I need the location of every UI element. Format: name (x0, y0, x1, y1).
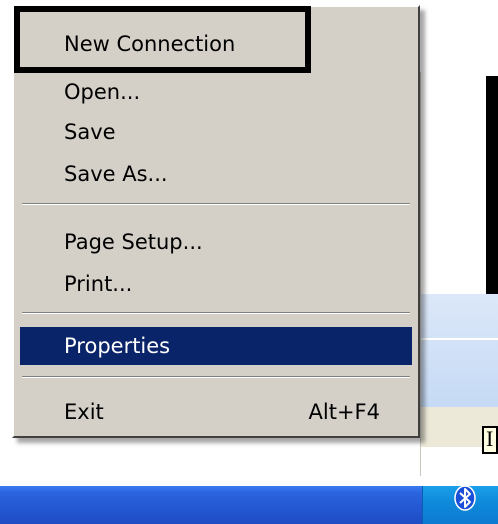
menu-item-page-setup[interactable]: Page Setup... (20, 223, 412, 261)
menu-item-label: Properties (64, 334, 171, 358)
menu-item-label: Save As... (64, 162, 168, 186)
menu-item-save-as[interactable]: Save As... (20, 155, 412, 193)
background-dark-panel (486, 76, 498, 294)
menu-item-label: Save (64, 120, 116, 144)
menu-item-label: Page Setup... (64, 230, 203, 254)
file-context-menu: New Connection Open... Save Save As... P… (12, 5, 420, 438)
menu-separator (22, 376, 410, 378)
menu-item-exit[interactable]: Exit Alt+F4 (20, 393, 412, 431)
background-list-divider (421, 338, 498, 340)
menu-item-label: New Connection (64, 32, 236, 56)
menu-separator (22, 312, 410, 314)
background-list-band (421, 294, 498, 407)
bluetooth-icon[interactable] (452, 483, 478, 511)
background-tooltip-box: I (482, 426, 498, 454)
menu-item-shortcut: Alt+F4 (308, 400, 380, 424)
menu-item-label: Print... (64, 272, 133, 296)
menu-item-save[interactable]: Save (20, 113, 412, 151)
menu-item-new-connection[interactable]: New Connection (20, 25, 412, 63)
menu-item-print[interactable]: Print... (20, 265, 412, 303)
menu-separator (22, 203, 410, 205)
menu-item-label: Open... (64, 80, 141, 104)
menu-item-open[interactable]: Open... (20, 73, 412, 111)
menu-item-label: Exit (64, 400, 104, 424)
menu-item-properties[interactable]: Properties (20, 327, 412, 365)
